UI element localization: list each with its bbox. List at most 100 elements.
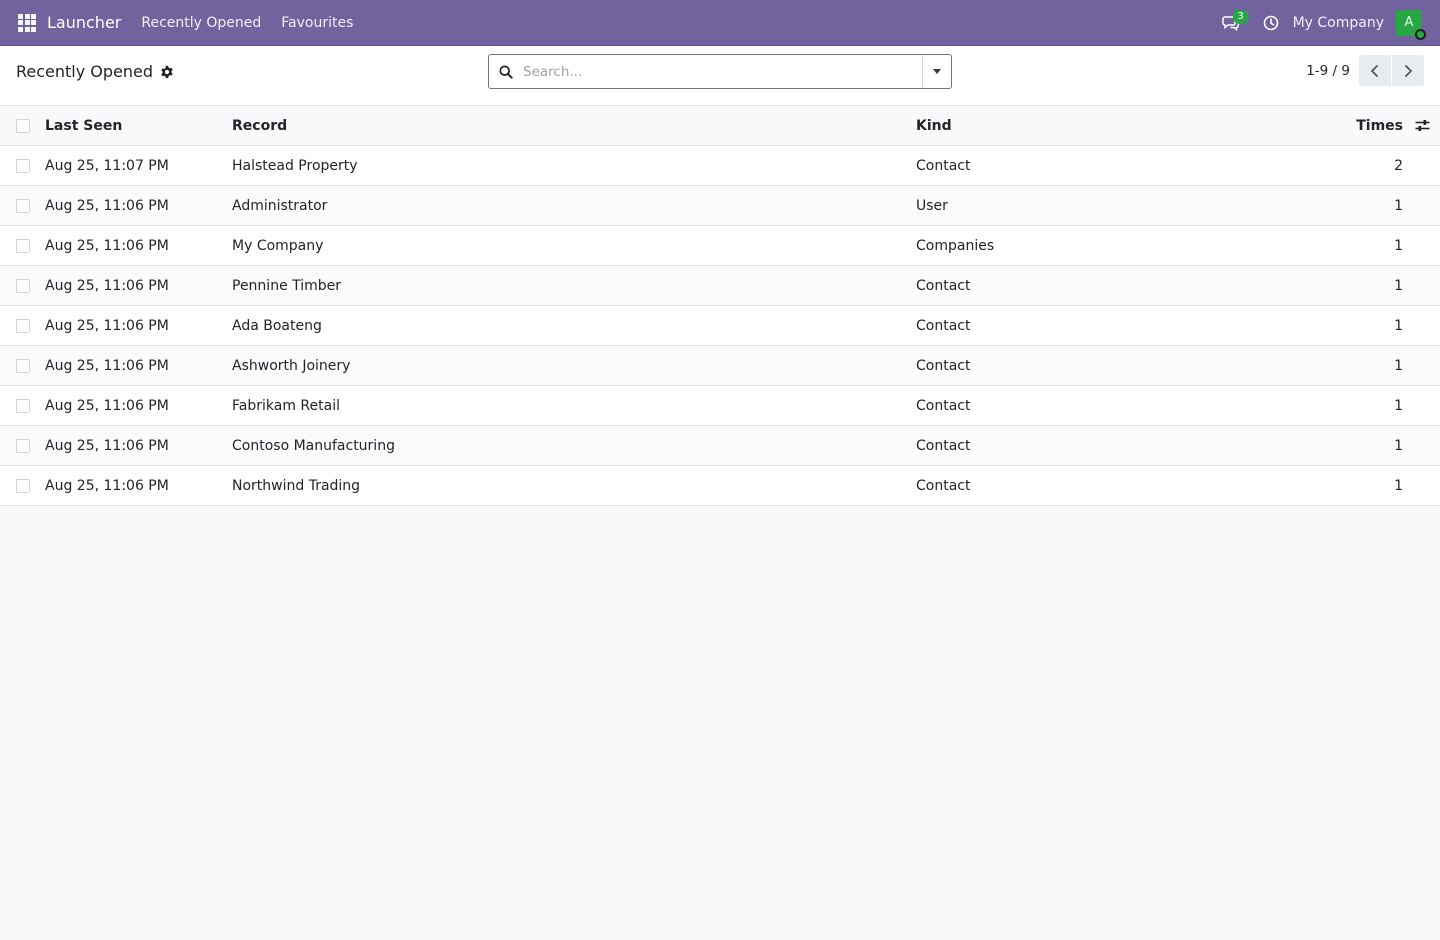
table-row[interactable]: Aug 25, 11:06 PM Pennine Timber Contact … xyxy=(0,266,1440,306)
cell-times: 2 xyxy=(1394,146,1403,185)
table-body: Aug 25, 11:07 PM Halstead Property Conta… xyxy=(0,146,1440,506)
cell-record: Fabrikam Retail xyxy=(232,386,340,425)
breadcrumb: Recently Opened xyxy=(16,62,174,81)
row-select-cell xyxy=(16,226,30,265)
cell-kind: Contact xyxy=(916,146,970,185)
column-header-last-seen[interactable]: Last Seen xyxy=(45,106,122,145)
table-row[interactable]: Aug 25, 11:06 PM Northwind Trading Conta… xyxy=(0,466,1440,506)
search-icon xyxy=(489,55,523,88)
search-options-toggle[interactable] xyxy=(922,55,951,88)
row-checkbox[interactable] xyxy=(16,358,30,373)
table-row[interactable]: Aug 25, 11:07 PM Halstead Property Conta… xyxy=(0,146,1440,186)
table-row[interactable]: Aug 25, 11:06 PM Administrator User 1 xyxy=(0,186,1440,226)
kind-value: Companies xyxy=(916,237,995,254)
menu-favourites[interactable]: Favourites xyxy=(281,15,353,31)
select-all-cell xyxy=(16,106,30,145)
cell-kind: Companies xyxy=(916,226,994,265)
apps-grid-icon xyxy=(18,13,36,32)
row-select-cell xyxy=(16,426,30,465)
kind-value: Contact xyxy=(916,317,971,334)
cell-last-seen: Aug 25, 11:06 PM xyxy=(45,386,169,425)
cell-times: 1 xyxy=(1394,386,1403,425)
messages-button[interactable]: 3 xyxy=(1211,0,1251,46)
row-select-cell xyxy=(16,186,30,225)
search-input[interactable] xyxy=(523,55,922,88)
times-value: 1 xyxy=(1394,357,1403,374)
cell-last-seen: Aug 25, 11:07 PM xyxy=(45,146,169,185)
row-checkbox[interactable] xyxy=(16,278,30,293)
chevron-down-icon xyxy=(933,69,941,74)
record-value: Pennine Timber xyxy=(232,277,342,294)
last-seen-value: Aug 25, 11:06 PM xyxy=(45,357,169,374)
clock-icon xyxy=(1263,15,1278,30)
times-value: 1 xyxy=(1394,477,1403,494)
column-label-last-seen: Last Seen xyxy=(45,117,123,134)
table-row[interactable]: Aug 25, 11:06 PM Ashworth Joinery Contac… xyxy=(0,346,1440,386)
message-count-badge: 3 xyxy=(1232,9,1249,24)
row-checkbox[interactable] xyxy=(16,318,30,333)
last-seen-value: Aug 25, 11:06 PM xyxy=(45,237,169,254)
cell-last-seen: Aug 25, 11:06 PM xyxy=(45,466,169,505)
cell-record: Administrator xyxy=(232,186,327,225)
kind-value: Contact xyxy=(916,437,971,454)
apps-menu-button[interactable] xyxy=(4,0,50,46)
cell-record: Ada Boateng xyxy=(232,306,322,345)
cell-times: 1 xyxy=(1394,266,1403,305)
last-seen-value: Aug 25, 11:06 PM xyxy=(45,197,169,214)
company-switcher[interactable]: My Company xyxy=(1293,15,1384,31)
pager-previous-button[interactable] xyxy=(1359,55,1391,86)
cell-times: 1 xyxy=(1394,346,1403,385)
pager: 1-9 / 9 xyxy=(1306,55,1424,86)
row-checkbox[interactable] xyxy=(16,238,30,253)
times-value: 1 xyxy=(1394,397,1403,414)
chevron-left-icon xyxy=(1370,64,1379,77)
row-checkbox[interactable] xyxy=(16,438,30,453)
chevron-right-icon xyxy=(1404,64,1413,77)
activities-button[interactable] xyxy=(1251,0,1291,46)
kind-value: Contact xyxy=(916,277,971,294)
page-title: Recently Opened xyxy=(16,62,154,81)
pager-value[interactable]: 1-9 / 9 xyxy=(1306,63,1350,79)
row-checkbox[interactable] xyxy=(16,198,30,213)
last-seen-value: Aug 25, 11:06 PM xyxy=(45,317,169,334)
cell-record: Pennine Timber xyxy=(232,266,341,305)
column-header-times[interactable]: Times xyxy=(1356,106,1403,145)
menu-recently-opened[interactable]: Recently Opened xyxy=(141,15,261,31)
optional-columns-toggle[interactable] xyxy=(1414,106,1430,145)
table-row[interactable]: Aug 25, 11:06 PM My Company Companies 1 xyxy=(0,226,1440,266)
table-row[interactable]: Aug 25, 11:06 PM Contoso Manufacturing C… xyxy=(0,426,1440,466)
times-value: 1 xyxy=(1394,237,1403,254)
row-select-cell xyxy=(16,386,30,425)
user-avatar[interactable]: A xyxy=(1396,9,1426,40)
pager-next-button[interactable] xyxy=(1392,55,1424,86)
top-navbar: Launcher Recently Opened Favourites 3 My… xyxy=(0,0,1440,46)
app-brand[interactable]: Launcher xyxy=(47,13,121,32)
cell-last-seen: Aug 25, 11:06 PM xyxy=(45,266,169,305)
cell-kind: Contact xyxy=(916,386,970,425)
kind-value: User xyxy=(916,197,948,214)
last-seen-value: Aug 25, 11:06 PM xyxy=(45,277,169,294)
cell-kind: User xyxy=(916,186,948,225)
cell-times: 1 xyxy=(1394,226,1403,265)
sliders-icon xyxy=(1415,120,1429,131)
record-value: Contoso Manufacturing xyxy=(232,437,395,454)
row-checkbox[interactable] xyxy=(16,398,30,413)
record-value: Ashworth Joinery xyxy=(232,357,351,374)
last-seen-value: Aug 25, 11:06 PM xyxy=(45,477,169,494)
select-all-checkbox[interactable] xyxy=(16,118,30,133)
column-header-record[interactable]: Record xyxy=(232,106,287,145)
kind-value: Contact xyxy=(916,397,971,414)
column-header-kind[interactable]: Kind xyxy=(916,106,952,145)
cell-last-seen: Aug 25, 11:06 PM xyxy=(45,226,169,265)
times-value: 1 xyxy=(1394,317,1403,334)
cell-kind: Contact xyxy=(916,306,970,345)
gear-icon[interactable] xyxy=(160,65,174,79)
table-row[interactable]: Aug 25, 11:06 PM Ada Boateng Contact 1 xyxy=(0,306,1440,346)
row-select-cell xyxy=(16,146,30,185)
cell-times: 1 xyxy=(1394,306,1403,345)
row-checkbox[interactable] xyxy=(16,478,30,493)
row-checkbox[interactable] xyxy=(16,158,30,173)
column-label-kind: Kind xyxy=(916,117,952,134)
table-row[interactable]: Aug 25, 11:06 PM Fabrikam Retail Contact… xyxy=(0,386,1440,426)
times-value: 1 xyxy=(1394,277,1403,294)
